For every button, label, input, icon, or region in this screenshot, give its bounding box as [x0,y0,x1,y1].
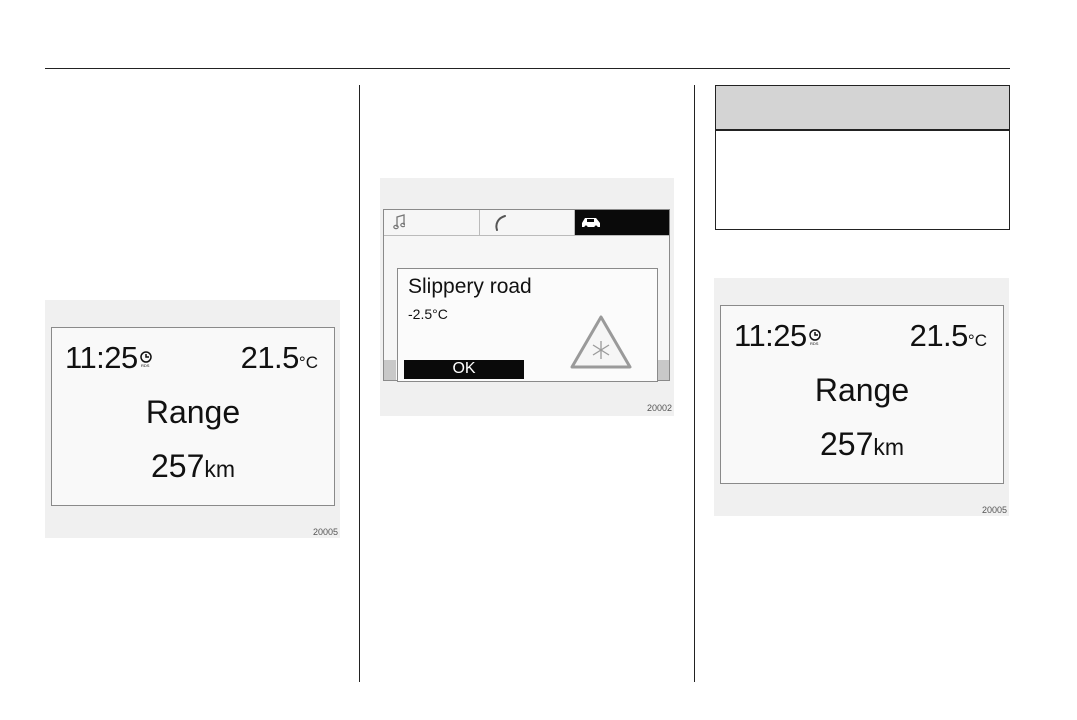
rds-clock-icon: RDS [808,328,822,346]
message-temperature: -2.5°C [408,306,448,322]
clock-time: 11:25 [734,318,807,353]
middle-display-figure: Slippery road -2.5°C OK 20002 [380,178,674,416]
range-unit: km [204,456,236,482]
scroll-left [384,360,396,380]
figure-code: 20002 [646,403,672,413]
tab-phone[interactable] [480,210,575,235]
rds-label: RDS [141,363,150,368]
column-divider-right [694,85,695,682]
temperature-unit: °C [967,331,987,350]
car-icon [580,215,602,234]
range-value: 257 [819,426,874,462]
tab-vehicle[interactable] [575,210,669,235]
range-label: Range [814,372,910,408]
tab-audio[interactable] [384,210,480,235]
ice-warning-triangle-icon [568,313,634,376]
rds-clock-icon: RDS [139,350,153,368]
figure-code: 20005 [981,505,1007,515]
rds-label: RDS [810,341,819,346]
figure-code: 20005 [312,527,338,537]
right-display-figure: 11:25 RDS 21.5 °C Range 257km 20005 [714,278,1009,516]
left-display-figure: 11:25 RDS 21.5 °C Range 257km 20005 [45,300,340,538]
column-divider-left [359,85,360,682]
warning-message-box: Slippery road -2.5°C OK [397,268,658,382]
ok-button[interactable]: OK [404,360,524,379]
left-display-screen: 11:25 RDS 21.5 °C Range 257km [51,327,335,506]
music-note-icon [393,214,406,235]
range-label: Range [145,394,241,430]
clock-time: 11:25 [65,340,138,375]
phone-icon [494,215,508,236]
range-unit: km [873,434,905,460]
note-box [715,85,1010,230]
temperature-unit: °C [298,353,318,372]
note-box-header [716,86,1009,131]
message-title: Slippery road [408,275,532,298]
scroll-right [657,360,669,380]
tab-bar [384,210,669,236]
header-rule [45,68,1010,69]
outside-temperature: 21.5 [909,318,969,353]
range-value: 257 [150,448,205,484]
outside-temperature: 21.5 [240,340,300,375]
right-display-screen: 11:25 RDS 21.5 °C Range 257km [720,305,1004,484]
message-screen: Slippery road -2.5°C OK [383,209,670,382]
